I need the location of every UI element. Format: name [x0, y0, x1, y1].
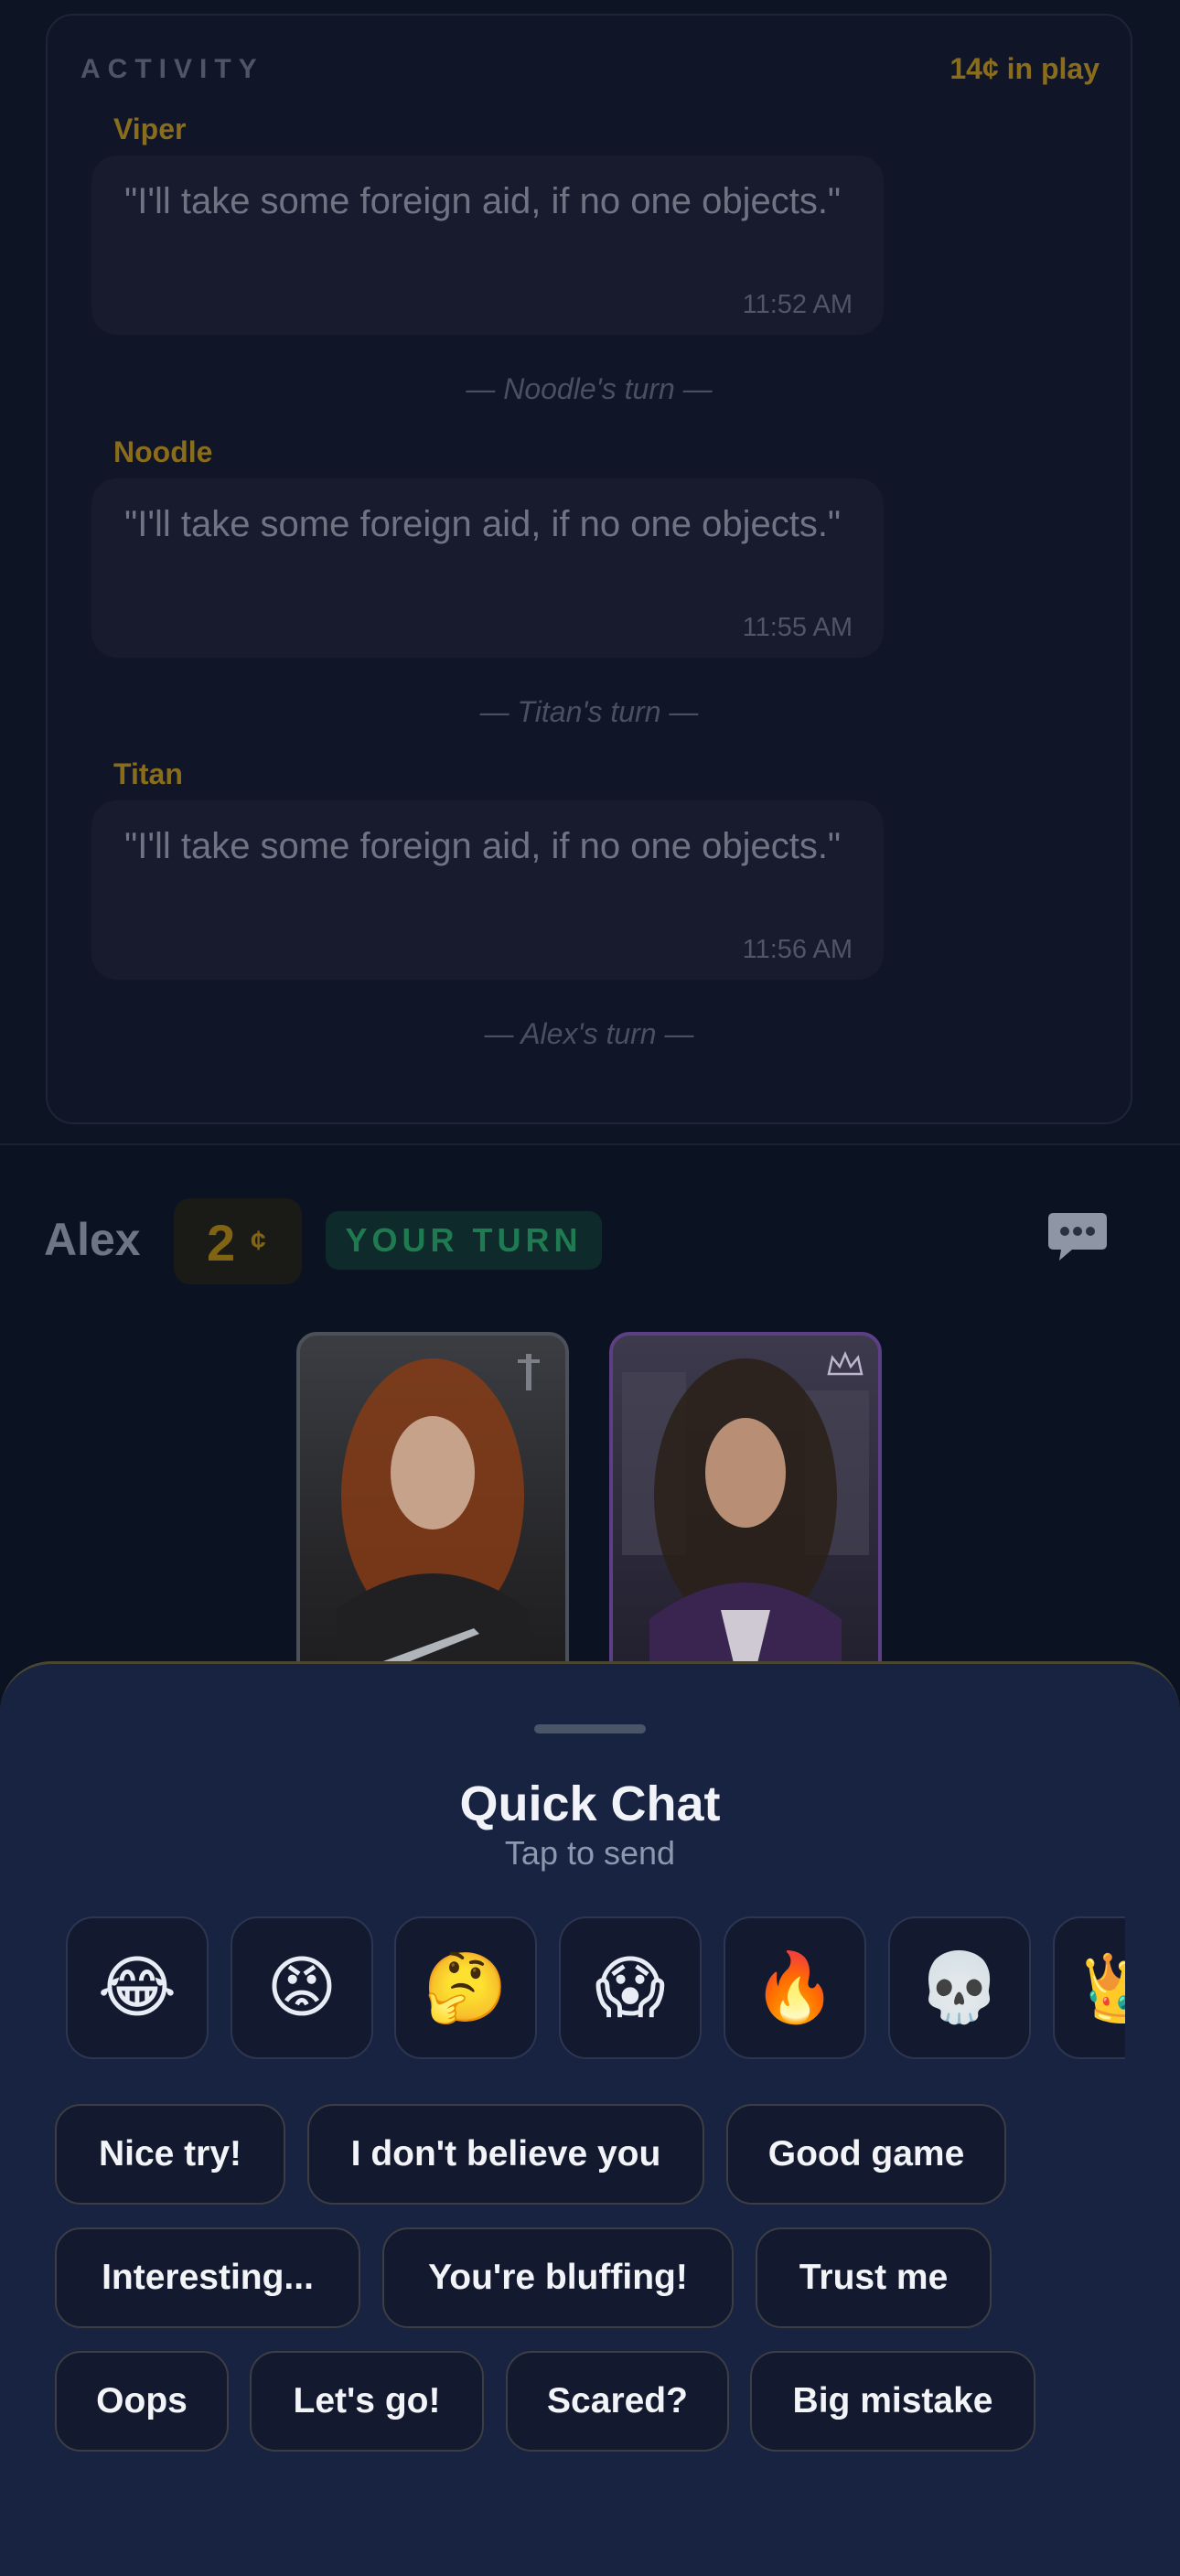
phrase-interesting-button[interactable]: Interesting...: [55, 2227, 360, 2328]
message-time: 11:55 AM: [742, 613, 853, 642]
influence-card-assassin[interactable]: [296, 1332, 569, 1716]
emoji-fire-button[interactable]: 🔥: [724, 1916, 866, 2059]
quick-chat-title: Quick Chat: [459, 1776, 721, 1831]
speech-bubble-icon[interactable]: [1045, 1204, 1110, 1270]
coin-count: 2: [207, 1214, 236, 1272]
phrase-nice-try-button[interactable]: Nice try!: [55, 2104, 285, 2205]
phrase-oops-button[interactable]: Oops: [55, 2351, 229, 2452]
crown-icon: [827, 1350, 864, 1376]
influence-card-duke[interactable]: [609, 1332, 882, 1716]
message-sender: Titan: [113, 757, 183, 790]
turn-divider: — Noodle's turn —: [466, 372, 713, 405]
player-name: Alex: [44, 1214, 141, 1265]
dagger-icon: [518, 1354, 540, 1390]
phrase-good-game-button[interactable]: Good game: [726, 2104, 1006, 2205]
quick-chat-subtitle: Tap to send: [504, 1834, 676, 1872]
message-bubble: "I'll take some foreign aid, if no one o…: [91, 478, 884, 658]
emoji-angry-button[interactable]: 😡: [231, 1916, 373, 2059]
emoji-reaction-row[interactable]: 😂 😡 🤔 😱 🔥 💀 👑: [66, 1916, 1125, 2061]
message-time: 11:56 AM: [742, 935, 853, 964]
your-turn-badge: YOUR TURN: [326, 1211, 602, 1270]
message-text: "I'll take some foreign aid, if no one o…: [124, 826, 842, 866]
turn-divider: — Alex's turn —: [484, 1017, 694, 1050]
emoji-thinking-button[interactable]: 🤔: [394, 1916, 537, 2059]
sheet-drag-handle[interactable]: [534, 1724, 646, 1733]
message-sender: Viper: [113, 113, 187, 145]
phrase-big-mistake-button[interactable]: Big mistake: [750, 2351, 1035, 2452]
quick-chat-sheet: Quick Chat Tap to send 😂 😡 🤔 😱 🔥 💀 👑 Nic…: [0, 1661, 1180, 2576]
message-text: "I'll take some foreign aid, if no one o…: [124, 181, 842, 221]
phrase-trust-me-button[interactable]: Trust me: [756, 2227, 992, 2328]
emoji-skull-button[interactable]: 💀: [888, 1916, 1031, 2059]
turn-divider: — Titan's turn —: [479, 695, 699, 728]
message-time: 11:52 AM: [742, 290, 853, 319]
message-text: "I'll take some foreign aid, if no one o…: [124, 504, 842, 544]
pot-amount: 14¢ in play: [949, 52, 1100, 85]
section-divider: [0, 1143, 1180, 1145]
message-bubble: "I'll take some foreign aid, if no one o…: [91, 156, 884, 335]
phrase-lets-go-button[interactable]: Let's go!: [250, 2351, 484, 2452]
message-sender: Noodle: [113, 435, 213, 468]
coin-counter: 2 ¢: [174, 1198, 302, 1284]
phrase-bluffing-button[interactable]: You're bluffing!: [382, 2227, 734, 2328]
coin-symbol: ¢: [251, 1226, 266, 1256]
emoji-crown-button[interactable]: 👑: [1053, 1916, 1125, 2059]
activity-title: ACTIVITY: [80, 54, 264, 84]
phrase-dont-believe-button[interactable]: I don't believe you: [307, 2104, 704, 2205]
activity-panel: ACTIVITY 14¢ in play Viper "I'll take so…: [46, 14, 1132, 1124]
emoji-scream-button[interactable]: 😱: [559, 1916, 702, 2059]
message-bubble: "I'll take some foreign aid, if no one o…: [91, 800, 884, 980]
emoji-laughing-button[interactable]: 😂: [66, 1916, 209, 2059]
phrase-scared-button[interactable]: Scared?: [506, 2351, 729, 2452]
